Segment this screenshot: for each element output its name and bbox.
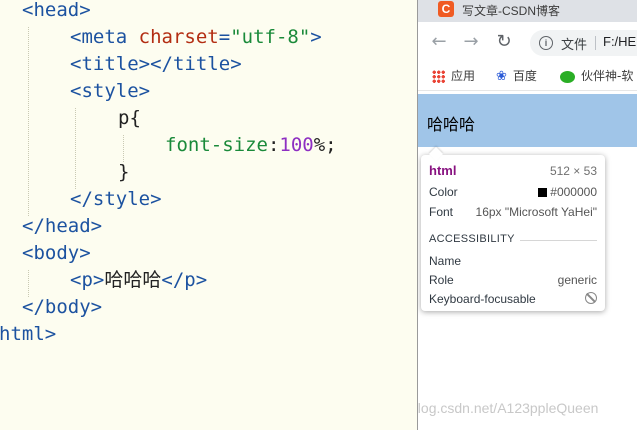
bookmark-apps[interactable]: 应用 [432, 67, 475, 85]
role-label: Role [429, 273, 454, 287]
tooltip-caret [428, 146, 444, 162]
code-line-paragraph: <p>哈哈哈</p> [70, 269, 208, 291]
arrow-left-icon[interactable]: ← [427, 30, 451, 54]
bookmark-baidu[interactable]: ❀ 百度 [496, 67, 537, 85]
accessibility-section: ACCESSIBILITY [429, 233, 597, 247]
tooltip-role-row: Role generic [429, 272, 597, 288]
watermark: https://blog.csdn.net/A123ppleQueen [417, 400, 599, 416]
indent-guide [28, 270, 29, 297]
code-line-title: <title></title> [70, 53, 242, 75]
name-label: Name [429, 254, 462, 268]
apps-grid-icon [432, 70, 445, 83]
color-label: Color [429, 185, 458, 199]
indent-guide [28, 27, 29, 216]
code-line-body-close: </body> [22, 296, 103, 318]
font-label: Font [429, 205, 454, 219]
tooltip-color-row: Color #000000 [429, 184, 597, 200]
color-value-wrap: #000000 [538, 184, 597, 200]
arrow-right-icon[interactable]: → [459, 30, 483, 54]
role-value: generic [557, 273, 597, 287]
address-bar[interactable]: i 文件 F:/HE [530, 30, 637, 56]
paragraph-text: 哈哈哈 [427, 115, 476, 134]
color-swatch [538, 188, 548, 197]
indent-guide [75, 108, 76, 189]
reload-icon[interactable]: ↻ [492, 30, 516, 54]
inspect-tooltip: html 512 × 53 Color #000000 Font 16px "M… [421, 146, 605, 311]
code-line-body-open: <body> [22, 242, 91, 264]
element-tag: html [429, 163, 457, 178]
address-divider [595, 36, 596, 50]
code-line-style-open: <style> [70, 80, 151, 102]
bookmark-huobanshen[interactable]: 伙伴神-软 [560, 67, 633, 85]
element-size: 512 × 53 [549, 164, 597, 178]
not-allowed-icon [585, 292, 597, 304]
code-line-style-close: </style> [70, 188, 162, 210]
code-line-meta: <meta charset="utf-8"> [70, 26, 322, 48]
info-icon[interactable]: i [539, 36, 553, 50]
color-value: #000000 [550, 185, 597, 199]
highlighted-paragraph[interactable]: 哈哈哈 [418, 94, 637, 147]
tab-title[interactable]: 写文章-CSDN博客 [462, 2, 560, 19]
code-line-declaration: font-size:100%; [165, 134, 337, 156]
tooltip-keyboard-row: Keyboard-focusable [429, 291, 597, 307]
bookmark-label: 伙伴神-软 [581, 69, 634, 83]
browser-toolbar: ← → ↻ i 文件 F:/HE [418, 22, 637, 62]
tooltip-header: html 512 × 53 [429, 163, 597, 179]
bookmarks-bar: 应用 ❀ 百度 伙伴神-软 [418, 62, 637, 91]
tab-strip: C 写文章-CSDN博客 [418, 0, 637, 22]
bookmark-label: 应用 [451, 69, 476, 83]
address-url[interactable]: F:/HE [603, 34, 636, 49]
font-value: 16px "Microsoft YaHei" [475, 205, 597, 219]
baidu-paw-icon: ❀ [496, 69, 507, 84]
bookmark-label: 百度 [512, 69, 537, 83]
code-line-html-close: html> [0, 323, 57, 345]
indent-guide [123, 135, 124, 162]
section-divider [520, 240, 597, 241]
address-scheme-label: 文件 [561, 38, 588, 53]
code-line-selector: p{ [118, 107, 141, 129]
code-line-head-close: </head> [22, 215, 103, 237]
code-line-brace-close: } [118, 161, 130, 183]
accessibility-heading: ACCESSIBILITY [429, 233, 515, 245]
wechat-icon [560, 70, 575, 83]
code-editor[interactable]: <head> <meta charset="utf-8"> <title></t… [0, 0, 417, 430]
tooltip-name-row: Name [429, 253, 597, 269]
keyboard-focusable-label: Keyboard-focusable [429, 292, 536, 306]
browser-window: C 写文章-CSDN博客 ← → ↻ i 文件 F:/HE 应用 ❀ 百度 伙伴神… [417, 0, 637, 430]
tooltip-font-row: Font 16px "Microsoft YaHei" [429, 204, 597, 220]
code-line-head-open: <head> [22, 0, 91, 21]
csdn-favicon-icon: C [438, 1, 454, 17]
